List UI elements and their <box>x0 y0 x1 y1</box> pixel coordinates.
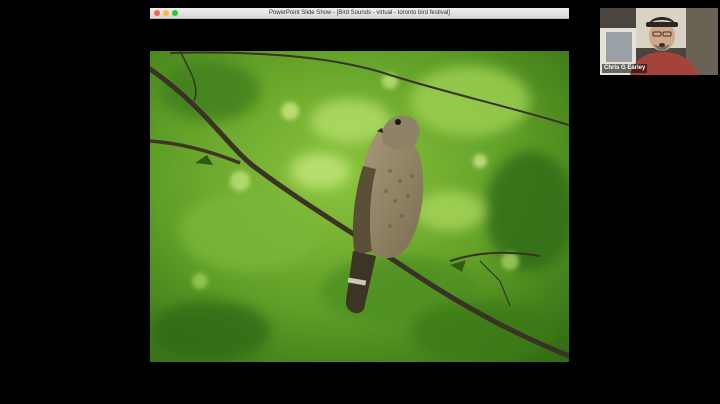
participant-video-tile[interactable]: Chris G Earley <box>600 8 718 75</box>
slideshow-window: PowerPoint Slide Show - [Bird Sounds - v… <box>150 8 569 396</box>
participant-name-label: Chris G Earley <box>602 64 648 73</box>
slide-photo[interactable] <box>150 51 569 362</box>
window-titlebar: PowerPoint Slide Show - [Bird Sounds - v… <box>150 8 569 19</box>
hawk-photo-image <box>150 51 569 362</box>
window-title: PowerPoint Slide Show - [Bird Sounds - v… <box>268 10 451 16</box>
